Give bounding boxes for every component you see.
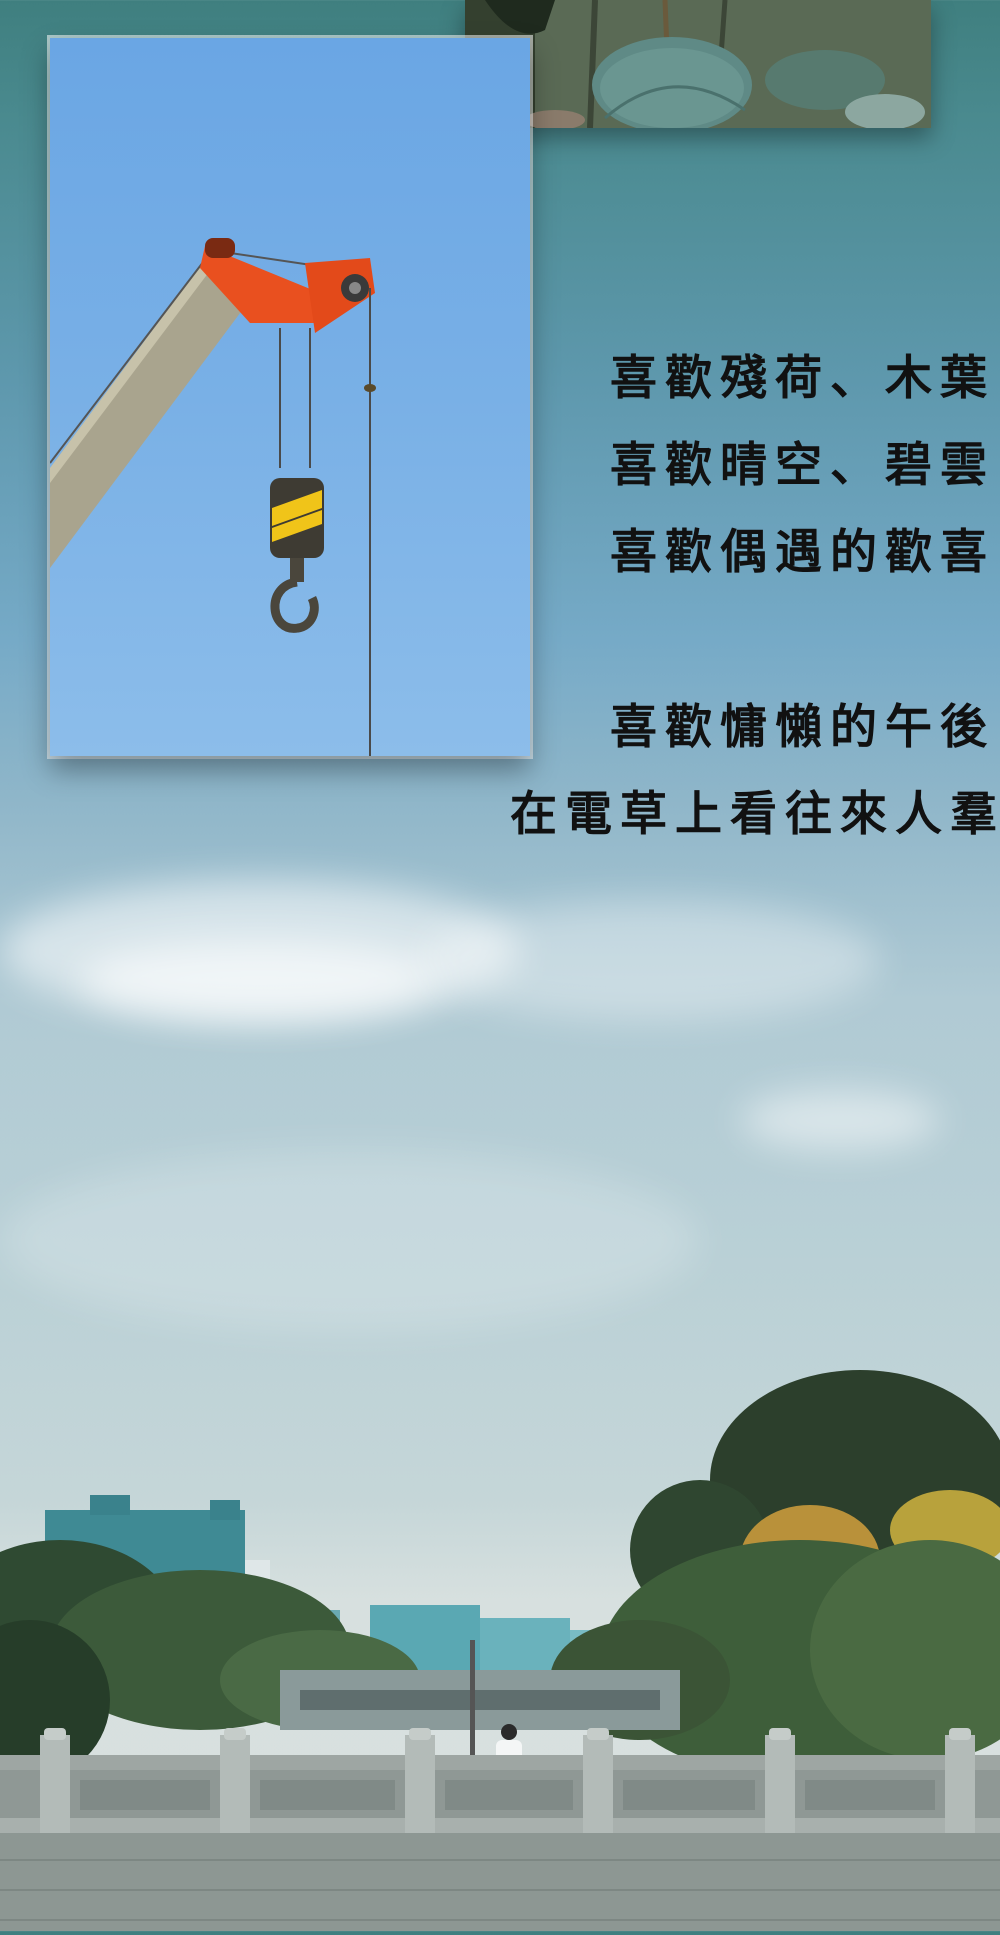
poem-line: 喜歡偶遇的歡喜: [610, 525, 995, 580]
landscape-illustration: [0, 1370, 1000, 1931]
poem-line: 在電草上看往來人羣: [510, 787, 1000, 842]
cloud: [740, 1090, 940, 1150]
crane-hook-photo: [50, 38, 530, 756]
poem-text: 喜歡殘荷、木葉 喜歡晴空、碧雲 喜歡偶遇的歡喜 喜歡慵懶的午後 在電草上看往來人…: [505, 335, 997, 858]
poem-line: 喜歡晴空、碧雲: [610, 438, 995, 493]
city-bridge-scene: [0, 1300, 1000, 1931]
cloud: [420, 900, 880, 1020]
lotus-leaf-icon: [465, 0, 931, 128]
poem-line: 喜歡殘荷、木葉: [610, 351, 995, 406]
crane-icon: [50, 238, 376, 756]
lotus-leaf-photo: [465, 0, 931, 128]
cloud: [80, 940, 440, 1020]
poem-gap: [505, 596, 995, 684]
poem-line: 喜歡慵懶的午後: [610, 700, 995, 755]
